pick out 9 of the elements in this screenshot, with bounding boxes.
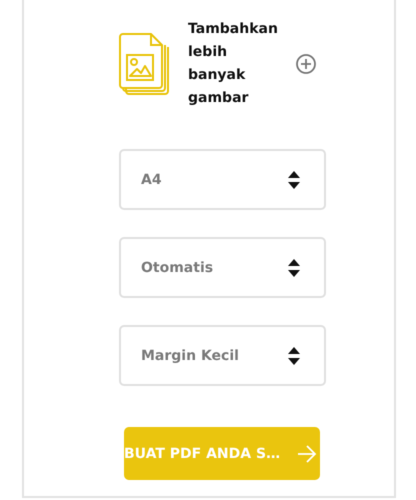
dropdown-select[interactable]: Otomatis (119, 237, 326, 298)
dropdown-select[interactable]: A4 (119, 149, 326, 210)
sort-arrows-icon (288, 170, 300, 190)
dropdown-select[interactable]: Margin Kecil (119, 325, 326, 386)
arrow-right-icon (297, 444, 317, 464)
sort-arrows-icon (288, 258, 300, 278)
sort-arrows-icon (288, 346, 300, 366)
add-images-label[interactable]: Tambahkan lebih banyak gambar (188, 18, 288, 110)
add-icon[interactable] (296, 54, 316, 74)
